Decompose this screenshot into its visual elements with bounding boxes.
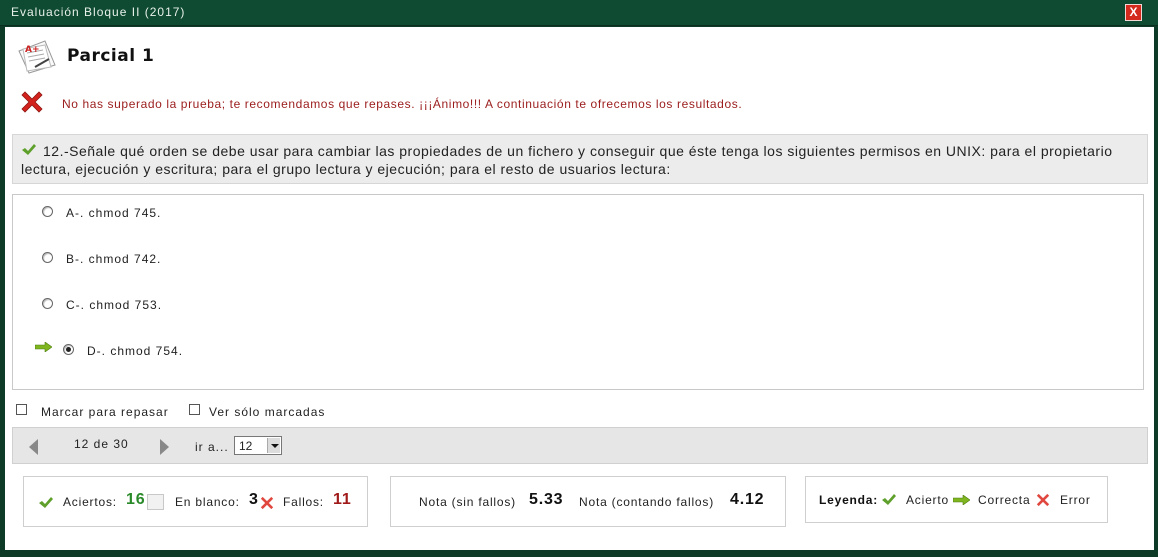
mark-review-checkbox[interactable]: [16, 404, 27, 415]
exam-paper-icon: A+: [18, 40, 56, 74]
mark-options: Marcar para repasar Ver sólo marcadas: [16, 404, 516, 420]
only-marked-checkbox[interactable]: [189, 404, 200, 415]
legend-error: Error: [1060, 493, 1091, 507]
answer-label: A-. chmod 745.: [66, 206, 162, 220]
results-dialog: A+ Parcial 1 No has superado la prueba; …: [5, 27, 1154, 550]
question-pager: 12 de 30 ir a... 12: [12, 427, 1148, 464]
grade-no-penalty-value: 5.33: [529, 491, 564, 508]
blank-square-icon: [147, 494, 164, 510]
question-text: 12.-Señale qué orden se debe usar para c…: [21, 143, 1113, 177]
question-box: 12.-Señale qué orden se debe usar para c…: [12, 134, 1148, 184]
correct-arrow-icon: [953, 495, 970, 505]
answer-label: B-. chmod 742.: [66, 252, 162, 266]
close-button[interactable]: X: [1125, 4, 1142, 21]
answer-label: C-. chmod 753.: [66, 298, 163, 312]
page-title: Parcial 1: [67, 46, 155, 66]
only-marked-label[interactable]: Ver sólo marcadas: [209, 405, 325, 419]
chevron-down-icon[interactable]: [267, 438, 280, 453]
blanco-label: En blanco:: [175, 495, 240, 509]
fallos-label: Fallos:: [283, 495, 324, 509]
radio-button[interactable]: [42, 298, 53, 309]
goto-select-value: 12: [239, 439, 253, 453]
answer-list: A-. chmod 745. B-. chmod 742. C-. chmod …: [12, 194, 1144, 390]
grade-penalty-value: 4.12: [730, 491, 765, 508]
grade-penalty-label: Nota (contando fallos): [579, 495, 714, 509]
window-title: Evaluación Bloque II (2017): [11, 5, 186, 19]
stats-box: Aciertos: 16 En blanco: 3 Fallos: 11: [23, 476, 368, 527]
grade-no-penalty-label: Nota (sin fallos): [419, 495, 516, 509]
next-arrow-icon[interactable]: [160, 439, 169, 455]
checkmark-icon: [39, 497, 53, 508]
svg-text:A+: A+: [25, 45, 40, 55]
result-message: No has superado la prueba; te recomendam…: [19, 89, 919, 115]
grades-box: Nota (sin fallos) 5.33 Nota (contando fa…: [390, 476, 786, 527]
legend-box: Leyenda: Acierto Correcta Error: [805, 476, 1108, 523]
legend-title: Leyenda:: [819, 493, 879, 507]
radio-button[interactable]: [42, 252, 53, 263]
fallos-count: 11: [333, 491, 352, 508]
aciertos-count: 16: [126, 491, 146, 508]
page-position: 12 de 30: [74, 437, 129, 451]
answer-option-d[interactable]: D-. chmod 754.: [35, 342, 235, 362]
error-x-icon: [1036, 493, 1050, 507]
answer-label: D-. chmod 754.: [87, 344, 184, 358]
blanco-count: 3: [249, 491, 259, 508]
result-text: No has superado la prueba; te recomendam…: [62, 97, 743, 111]
goto-select[interactable]: 12: [234, 436, 282, 455]
error-x-icon: [260, 496, 274, 510]
aciertos-label: Aciertos:: [63, 495, 117, 509]
window-titlebar: Evaluación Bloque II (2017) X: [0, 0, 1158, 26]
radio-button-selected[interactable]: [63, 344, 74, 355]
goto-label: ir a...: [195, 440, 229, 454]
checkmark-icon: [22, 144, 36, 155]
correct-arrow-icon: [35, 342, 52, 352]
error-x-icon: [21, 91, 43, 113]
mark-review-label[interactable]: Marcar para repasar: [41, 405, 169, 419]
radio-button[interactable]: [42, 206, 53, 217]
checkmark-icon: [882, 494, 896, 505]
legend-correcta: Correcta: [978, 493, 1031, 507]
previous-arrow-icon[interactable]: [29, 439, 38, 455]
legend-acierto: Acierto: [906, 493, 949, 507]
